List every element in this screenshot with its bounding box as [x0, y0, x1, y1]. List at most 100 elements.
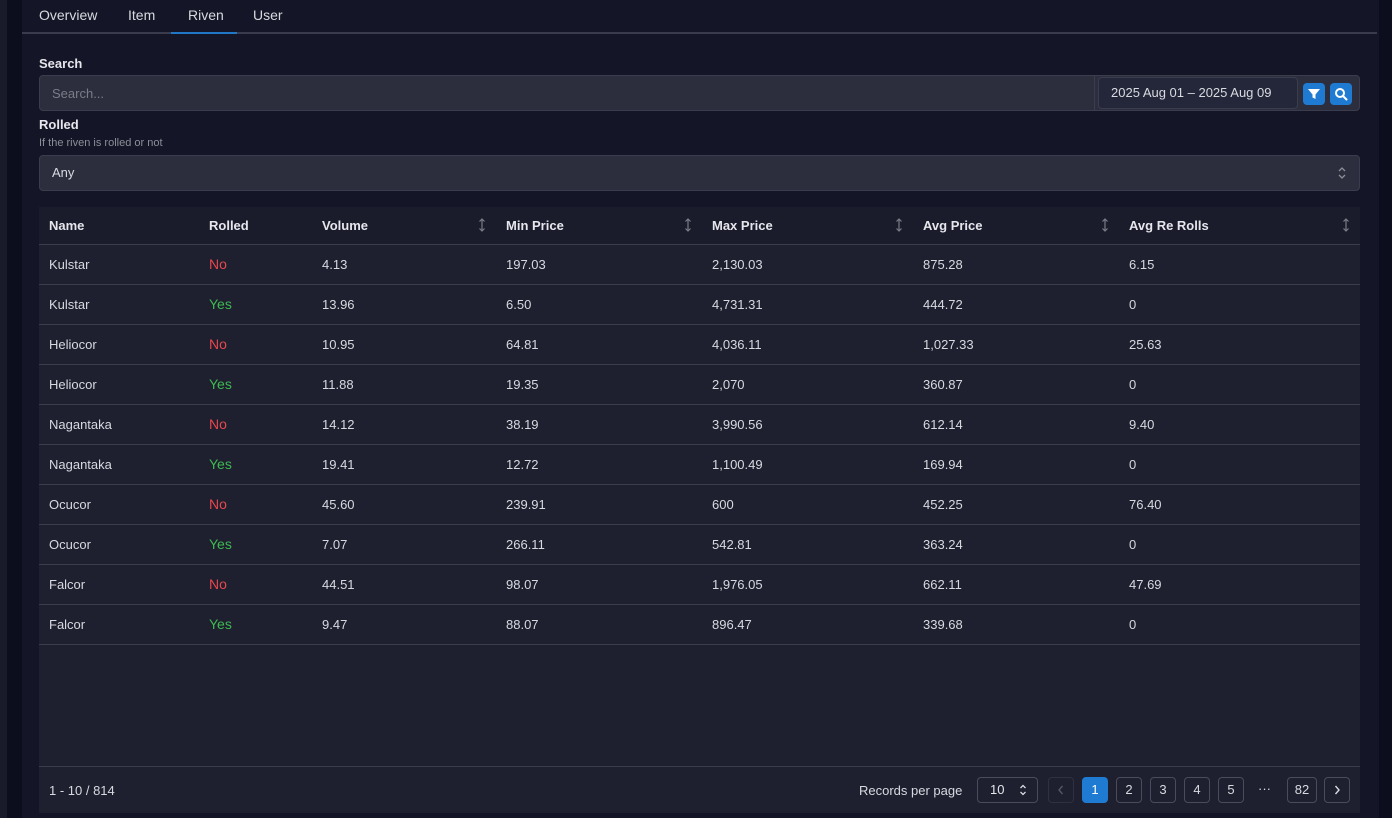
page-button-2[interactable]: 2	[1116, 777, 1142, 803]
sort-icon[interactable]	[684, 218, 692, 232]
cell-rolled: No	[199, 404, 312, 445]
page-button-5[interactable]: 5	[1218, 777, 1244, 803]
cell-volume: 19.41	[312, 444, 496, 485]
search-button[interactable]	[1330, 83, 1352, 105]
page-button-1[interactable]: 1	[1082, 777, 1108, 803]
cell-max-price: 4,036.11	[702, 324, 913, 365]
cell-avg-re-rolls: 0	[1119, 284, 1360, 325]
cell-volume: 45.60	[312, 484, 496, 525]
rolled-select[interactable]: Any	[39, 155, 1360, 191]
cell-volume: 44.51	[312, 564, 496, 605]
cell-avg-re-rolls: 6.15	[1119, 244, 1360, 285]
search-divider	[1094, 76, 1095, 110]
cell-avg-price: 360.87	[913, 364, 1119, 405]
cell-avg-price: 452.25	[913, 484, 1119, 525]
records-per-page-label: Records per page	[859, 783, 963, 798]
cell-name: Ocucor	[39, 524, 199, 565]
chevron-updown-icon	[1338, 167, 1346, 179]
cell-max-price: 542.81	[702, 524, 913, 565]
cell-avg-price: 662.11	[913, 564, 1119, 605]
cell-max-price: 2,070	[702, 364, 913, 405]
cell-avg-re-rolls: 0	[1119, 604, 1360, 645]
riven-panel: Overview Item Riven User Search 2025 Aug…	[22, 0, 1379, 818]
table-row: Falcor No 44.51 98.07 1,976.05 662.11 47.69	[39, 564, 1360, 605]
table-row: Ocucor No 45.60 239.91 600 452.25 76.40	[39, 484, 1360, 525]
cell-min-price: 239.91	[496, 484, 702, 525]
prev-page-button[interactable]	[1048, 777, 1074, 803]
tab-user[interactable]: User	[253, 7, 283, 34]
page-button-last[interactable]: 82	[1287, 777, 1317, 803]
page-button-4[interactable]: 4	[1184, 777, 1210, 803]
cell-rolled: No	[199, 324, 312, 365]
chevron-left-icon	[1058, 785, 1064, 795]
cell-rolled: No	[199, 244, 312, 285]
cell-max-price: 4,731.31	[702, 284, 913, 325]
column-header-min-price[interactable]: Min Price	[496, 207, 702, 245]
column-header-avg-re-rolls[interactable]: Avg Re Rolls	[1119, 207, 1360, 245]
cell-volume: 7.07	[312, 524, 496, 565]
rolled-label: Rolled	[39, 117, 79, 132]
filter-button[interactable]	[1303, 83, 1325, 105]
column-header-rolled: Rolled	[199, 207, 312, 245]
tab-bar: Overview Item Riven User	[22, 0, 1377, 34]
riven-table-container: Name Rolled Volume Min Price Max Price A…	[39, 207, 1360, 813]
cell-volume: 11.88	[312, 364, 496, 405]
search-bar: 2025 Aug 01 – 2025 Aug 09	[39, 75, 1360, 111]
column-header-volume[interactable]: Volume	[312, 207, 496, 245]
search-label: Search	[39, 56, 83, 71]
column-header-name: Name	[39, 207, 199, 245]
search-input[interactable]	[40, 76, 1094, 110]
date-range-picker[interactable]: 2025 Aug 01 – 2025 Aug 09	[1098, 77, 1298, 109]
tab-overview[interactable]: Overview	[39, 7, 97, 34]
cell-min-price: 64.81	[496, 324, 702, 365]
cell-rolled: Yes	[199, 524, 312, 565]
cell-avg-price: 363.24	[913, 524, 1119, 565]
cell-avg-re-rolls: 9.40	[1119, 404, 1360, 445]
table-header-row: Name Rolled Volume Min Price Max Price A…	[39, 207, 1360, 245]
search-icon	[1335, 88, 1348, 101]
cell-name: Falcor	[39, 604, 199, 645]
table-row: Kulstar No 4.13 197.03 2,130.03 875.28 6.15	[39, 244, 1360, 285]
sort-icon[interactable]	[1342, 218, 1350, 232]
cell-name: Kulstar	[39, 284, 199, 325]
cell-avg-re-rolls: 47.69	[1119, 564, 1360, 605]
sort-icon[interactable]	[478, 218, 486, 232]
chevron-right-icon	[1334, 785, 1340, 795]
table-row: Heliocor No 10.95 64.81 4,036.11 1,027.33 25.6…	[39, 324, 1360, 365]
page-button-3[interactable]: 3	[1150, 777, 1176, 803]
cell-volume: 14.12	[312, 404, 496, 445]
cell-min-price: 19.35	[496, 364, 702, 405]
cell-rolled: Yes	[199, 284, 312, 325]
cell-name: Falcor	[39, 564, 199, 605]
column-header-max-price[interactable]: Max Price	[702, 207, 913, 245]
sort-icon[interactable]	[1101, 218, 1109, 232]
cell-rolled: Yes	[199, 604, 312, 645]
cell-min-price: 266.11	[496, 524, 702, 565]
cell-avg-price: 875.28	[913, 244, 1119, 285]
cell-max-price: 2,130.03	[702, 244, 913, 285]
cell-avg-price: 169.94	[913, 444, 1119, 485]
cell-avg-re-rolls: 0	[1119, 364, 1360, 405]
table-row: Ocucor Yes 7.07 266.11 542.81 363.24 0	[39, 524, 1360, 565]
cell-min-price: 38.19	[496, 404, 702, 445]
cell-avg-re-rolls: 25.63	[1119, 324, 1360, 365]
cell-name: Nagantaka	[39, 404, 199, 445]
cell-min-price: 88.07	[496, 604, 702, 645]
sort-icon[interactable]	[895, 218, 903, 232]
next-page-button[interactable]	[1324, 777, 1350, 803]
left-sidebar-edge	[0, 0, 7, 818]
records-per-page-select[interactable]: 10	[977, 777, 1038, 803]
cell-avg-price: 1,027.33	[913, 324, 1119, 365]
table-row: Heliocor Yes 11.88 19.35 2,070 360.87 0	[39, 364, 1360, 405]
tab-riven[interactable]: Riven	[171, 7, 237, 34]
cell-rolled: Yes	[199, 444, 312, 485]
chevron-updown-icon	[1020, 784, 1026, 796]
filter-icon	[1308, 89, 1320, 99]
tab-item[interactable]: Item	[128, 7, 155, 34]
cell-name: Heliocor	[39, 364, 199, 405]
table-row: Falcor Yes 9.47 88.07 896.47 339.68 0	[39, 604, 1360, 645]
column-header-avg-price[interactable]: Avg Price	[913, 207, 1119, 245]
table-row: Nagantaka No 14.12 38.19 3,990.56 612.14 9.40	[39, 404, 1360, 445]
table-row: Kulstar Yes 13.96 6.50 4,731.31 444.72 0	[39, 284, 1360, 325]
cell-rolled: No	[199, 484, 312, 525]
